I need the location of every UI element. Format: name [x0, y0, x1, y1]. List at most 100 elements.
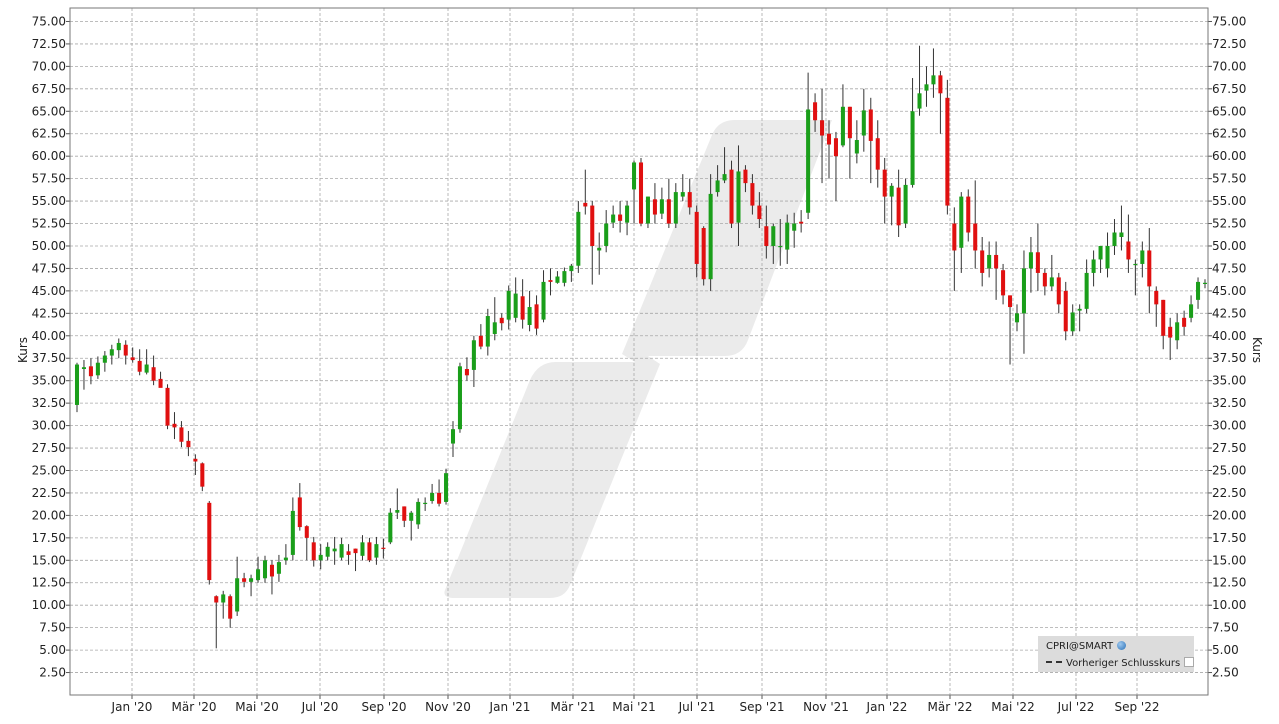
candle-body [1001, 270, 1006, 296]
candle-body [520, 296, 525, 320]
x-tick-label: Sep '20 [362, 700, 407, 714]
candle-body [381, 547, 386, 549]
candle-body [88, 366, 93, 377]
y-tick-label-right: 72.50 [1212, 37, 1246, 51]
candle-body [868, 109, 873, 141]
candle-body [701, 228, 706, 280]
candle-body [1161, 299, 1166, 336]
candle-body [499, 317, 504, 324]
candle-body [1098, 245, 1103, 260]
candle-body [1021, 268, 1026, 314]
x-tick-label: Mai '21 [612, 700, 655, 714]
candle-body [604, 223, 609, 246]
candle-body [471, 340, 476, 370]
y-tick-label-right: 55.00 [1212, 194, 1246, 208]
y-tick-label-left: 20.00 [32, 508, 66, 522]
candle-body [576, 211, 581, 266]
candle-body [144, 364, 149, 373]
candle-body [506, 290, 511, 320]
watermark-logo [444, 120, 832, 598]
candle-body [102, 355, 107, 363]
candle-body [659, 199, 664, 214]
candle-body [1091, 259, 1096, 273]
y-axis-label-left: Kurs [16, 337, 30, 363]
candle-body [74, 364, 80, 405]
candle-body [165, 387, 170, 426]
y-tick-label-right: 25.00 [1212, 463, 1246, 477]
candle-body [813, 102, 818, 121]
candle-body [1119, 232, 1124, 237]
y-tick-label-left: 55.00 [32, 194, 66, 208]
candle-body [242, 578, 247, 582]
y-tick-label-left: 65.00 [32, 104, 66, 118]
y-tick-label-left: 32.50 [32, 396, 66, 410]
y-tick-label-left: 37.50 [32, 351, 66, 365]
candle-body [283, 557, 288, 561]
y-tick-label-left: 17.50 [32, 531, 66, 545]
candle-body [1168, 326, 1173, 338]
candle-body [771, 226, 776, 246]
y-tick-label-right: 37.50 [1212, 351, 1246, 365]
candle-body [987, 254, 992, 269]
y-tick-label-right: 70.00 [1212, 59, 1246, 73]
candle-body [743, 169, 748, 184]
candle-body [262, 560, 268, 579]
candle-body [590, 205, 595, 246]
candle-body [764, 226, 769, 246]
y-tick-label-right: 17.50 [1212, 531, 1246, 545]
candle-body [374, 544, 379, 558]
candle-body [931, 75, 936, 85]
candle-body [1112, 232, 1117, 246]
candle-body [346, 551, 351, 555]
candle-body [249, 578, 254, 582]
candle-body [1063, 290, 1068, 332]
y-tick-label-left: 27.50 [32, 441, 66, 455]
candle-body [423, 502, 428, 505]
candle-body [450, 429, 456, 444]
x-tick-label: Mai '22 [991, 700, 1034, 714]
candle-body [945, 97, 950, 206]
candle-body [95, 362, 100, 376]
candle-body [680, 192, 685, 197]
candle-body [464, 369, 469, 376]
candle-body [534, 304, 539, 329]
y-tick-label-left: 67.50 [32, 82, 66, 96]
candle-body [625, 205, 630, 223]
candle-body [645, 196, 650, 224]
candle-body [889, 185, 894, 197]
candle-body [200, 463, 205, 487]
candle-body [1077, 308, 1082, 311]
x-tick-label: Nov '21 [803, 700, 849, 714]
legend-series-row[interactable]: CPRI@SMART [1046, 641, 1127, 652]
y-tick-label-left: 72.50 [32, 37, 66, 51]
x-tick-label: Jul '22 [1057, 700, 1095, 714]
candle-body [736, 171, 741, 223]
candle-body [1028, 252, 1033, 269]
candle-body [826, 133, 832, 145]
candle-body [388, 512, 393, 543]
candle-body [1182, 317, 1187, 327]
y-tick-label-right: 60.00 [1212, 149, 1246, 163]
candle-body [729, 169, 734, 224]
candle-body [311, 542, 316, 561]
y-tick-label-right: 12.50 [1212, 576, 1246, 590]
globe-icon[interactable] [1117, 641, 1127, 650]
candle-body [325, 546, 330, 557]
checkbox-icon[interactable] [1184, 657, 1195, 667]
candle-body [437, 492, 442, 504]
candle-body [151, 367, 156, 381]
candle-body [367, 542, 372, 561]
candle-body [228, 596, 233, 619]
y-tick-label-right: 52.50 [1212, 217, 1246, 231]
x-tick-label: Jul '21 [678, 700, 716, 714]
candle-body [1126, 241, 1131, 260]
candle-body [172, 423, 177, 428]
candle-body [938, 75, 943, 94]
candle-body [694, 211, 699, 264]
candle-body [708, 193, 713, 280]
legend-previous-close-row[interactable]: Vorheriger Schlusskurs [1046, 657, 1195, 669]
chart-canvas: 2.50 2.50 5.00 5.00 7.50 7.50 10.00 10.00 12.50 1… [16, 7, 1264, 714]
x-tick-label: Jan '20 [111, 700, 153, 714]
y-tick-label-right: 2.50 [1212, 666, 1239, 680]
y-tick-label-right: 75.00 [1212, 14, 1246, 28]
